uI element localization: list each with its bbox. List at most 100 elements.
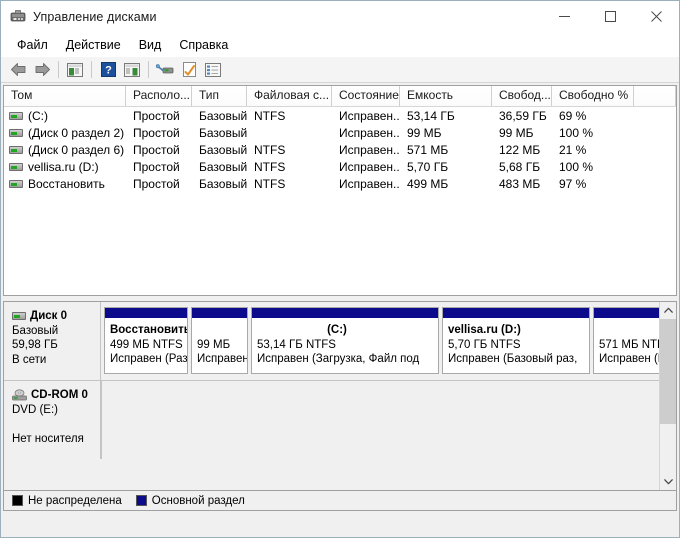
status-bar [1,511,679,537]
legend-unallocated: Не распределена [12,495,122,507]
partition-details: vellisa.ru (D:) 5,70 ГБ NTFS Исправен (Б… [443,319,589,370]
table-row[interactable]: (Диск 0 раздел 2) Простой Базовый Исправ… [4,124,676,141]
column-header-capacity[interactable]: Емкость [400,86,492,106]
partition-color-bar [594,308,659,319]
legend-bar: Не распределена Основной раздел [3,490,677,511]
cell-capacity: 5,70 ГБ [407,159,449,174]
partition-size: 5,70 ГБ NTFS [448,338,521,351]
title-bar: Управление дисками [1,1,679,32]
column-header-filesystem[interactable]: Файловая с... [247,86,332,106]
show-action-pane-icon[interactable] [120,59,144,81]
close-button[interactable] [633,1,679,32]
cell-free: 5,68 ГБ [499,159,541,174]
cdrom-icon [12,389,27,401]
partition-details: (C:) 53,14 ГБ NTFS Исправен (Загрузка, Ф… [252,319,438,370]
partition-color-bar [252,308,438,319]
properties-icon[interactable] [177,59,201,81]
partition-size: 53,14 ГБ NTFS [257,338,336,351]
cell-capacity: 53,14 ГБ [407,108,455,123]
back-icon[interactable] [6,59,30,81]
forward-icon[interactable] [30,59,54,81]
rescan-disks-icon[interactable] [153,59,177,81]
column-header-spacer[interactable] [634,86,676,106]
table-row[interactable]: Восстановить Простой Базовый NTFS Исправ… [4,175,676,192]
cell-free: 99 МБ [499,125,534,140]
menu-view[interactable]: Вид [131,35,170,55]
cell-type: Базовый [199,176,247,191]
column-header-free[interactable]: Свобод... [492,86,552,106]
partition-details: 99 МБ Исправен ( [192,319,247,370]
partition-color-bar [443,308,589,319]
menu-bar: Файл Действие Вид Справка [1,32,679,57]
cell-free-percent: 100 % [559,159,594,174]
help-icon[interactable]: ? [96,59,120,81]
cdrom-title: CD-ROM 0 [12,388,94,403]
cdrom-state-label: Нет носителя [12,432,84,445]
partition-size: 571 МБ NTFS [599,338,659,351]
column-header-layout[interactable]: Располо... [126,86,192,106]
table-row[interactable]: (Диск 0 раздел 6) Простой Базовый NTFS И… [4,141,676,158]
column-header-type[interactable]: Тип [192,86,247,106]
disk-name-label: Диск 0 [30,310,68,322]
cell-volume-label: (Диск 0 раздел 6) [28,142,125,157]
partition-size: 499 МБ NTFS [110,338,183,351]
partition-label: vellisa.ru (D:) [448,324,521,336]
disk-type-label: Базовый [12,324,59,337]
cell-free: 122 МБ [499,142,541,157]
scrollbar-thumb[interactable] [660,319,676,424]
partition-details: Восстановить 499 МБ NTFS Исправен (Разде [105,319,187,370]
volume-drive-icon [9,145,23,154]
maximize-button[interactable] [587,1,633,32]
scroll-down-icon[interactable] [660,473,676,490]
list-view-icon[interactable] [201,59,225,81]
partition-c[interactable]: (C:) 53,14 ГБ NTFS Исправен (Загрузка, Ф… [251,307,439,374]
cell-free-percent: 69 % [559,108,587,123]
cell-status: Исправен... [339,142,400,157]
graphic-view-scrollbar[interactable] [659,302,676,490]
cell-status: Исправен... [339,125,400,140]
menu-file[interactable]: Файл [9,35,56,55]
graphic-view-pane: Диск 0 Базовый 59,98 ГБ В сети Восстанов… [3,301,677,490]
menu-action[interactable]: Действие [58,35,129,55]
disk-size-label: 59,98 ГБ [12,339,58,351]
cdrom-type-label: DVD (E:) [12,403,58,416]
cell-type: Базовый [199,125,247,140]
cell-volume: (C:) [4,109,126,123]
cell-capacity: 99 МБ [407,125,442,140]
table-row[interactable]: vellisa.ru (D:) Простой Базовый NTFS Исп… [4,158,676,175]
legend-primary-label: Основной раздел [151,494,245,507]
partition-label: (C:) [327,324,347,336]
window-controls [541,1,679,32]
scrollbar-track[interactable] [660,319,676,473]
column-header-status[interactable]: Состояние [332,86,400,106]
column-header-free-percent[interactable]: Свободно % [552,86,634,106]
cell-volume-label: (Диск 0 раздел 2) [28,125,125,140]
cdrom-media-area[interactable] [101,381,659,459]
show-console-tree-icon[interactable] [63,59,87,81]
disk-info-cdrom0[interactable]: CD-ROM 0 DVD (E:) Нет носителя [4,381,101,459]
partition-status: Исправен (Разде [110,353,187,365]
partition-label: Восстановить [110,324,187,336]
volume-list-rows: (C:) Простой Базовый NTFS Исправен... 53… [4,107,676,295]
partition-d[interactable]: vellisa.ru (D:) 5,70 ГБ NTFS Исправен (Б… [442,307,590,374]
partition-recovery[interactable]: Восстановить 499 МБ NTFS Исправен (Разде [104,307,188,374]
legend-primary-swatch [135,495,147,506]
cell-filesystem: NTFS [254,108,286,123]
table-row[interactable]: (C:) Простой Базовый NTFS Исправен... 53… [4,107,676,124]
cell-type: Базовый [199,159,247,174]
partition-efi[interactable]: 99 МБ Исправен ( [191,307,248,374]
volume-list-header: Том Располо... Тип Файловая с... Состоян… [4,86,676,107]
cell-free-percent: 21 % [559,142,587,157]
scroll-up-icon[interactable] [660,302,676,319]
minimize-button[interactable] [541,1,587,32]
menu-help[interactable]: Справка [171,35,236,55]
disk-info-disk0[interactable]: Диск 0 Базовый 59,98 ГБ В сети [4,302,101,380]
graphic-view-body: Диск 0 Базовый 59,98 ГБ В сети Восстанов… [4,302,659,490]
toolbar-separator [91,61,92,78]
svg-text:?: ? [105,65,112,77]
column-header-volume[interactable]: Том [4,86,126,106]
graphic-view-filler [4,459,659,490]
partition-last[interactable]: 571 МБ NTFS Исправен (Разде [593,307,659,374]
partition-details: 571 МБ NTFS Исправен (Разде [594,319,659,370]
cell-free: 36,59 ГБ [499,108,547,123]
